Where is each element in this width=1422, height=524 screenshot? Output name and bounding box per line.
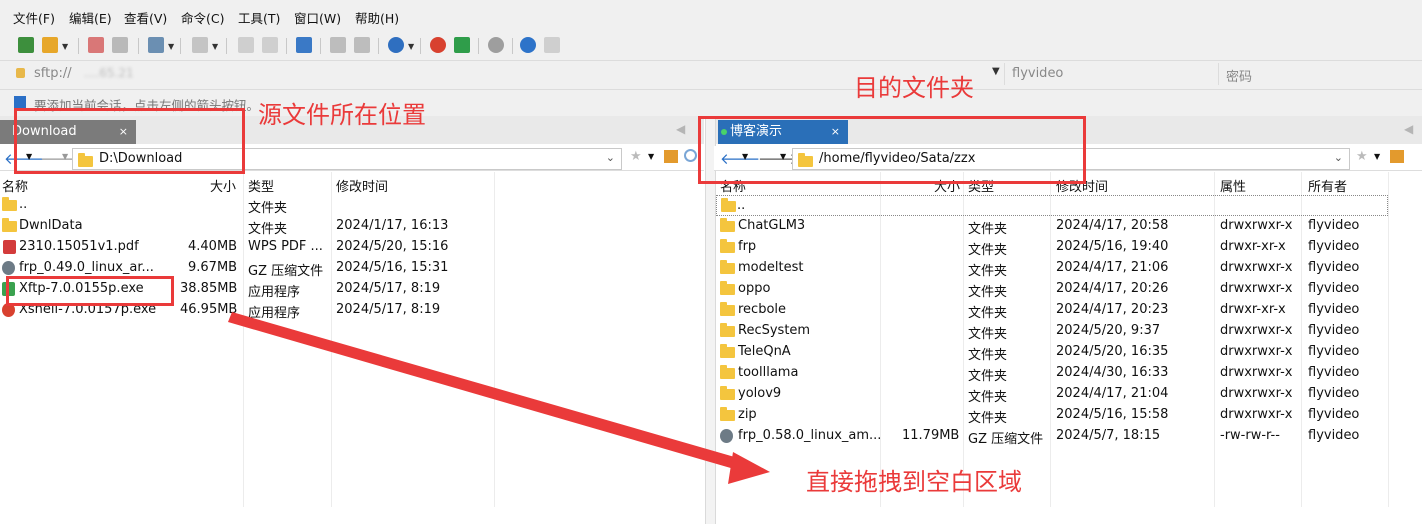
drag-arrow <box>228 312 770 484</box>
drag-arrow-head <box>728 452 770 484</box>
drag-annotation: 直接拖拽到空白区域 <box>806 468 1022 496</box>
drag-arrow-shaft <box>228 312 745 471</box>
